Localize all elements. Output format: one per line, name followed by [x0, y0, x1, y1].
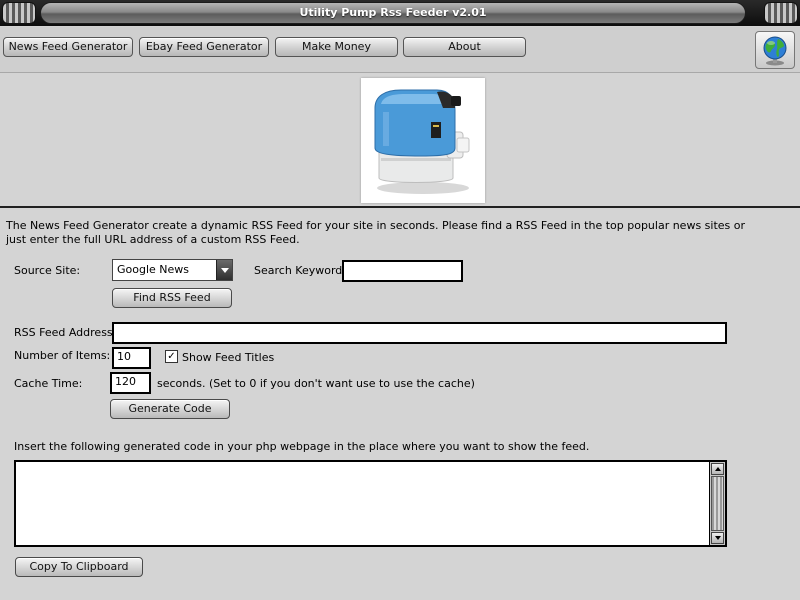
about-button[interactable]: About	[403, 37, 526, 57]
search-keyword-label: Search Keyword:	[254, 264, 346, 277]
chevron-down-icon[interactable]	[216, 260, 232, 280]
generate-code-button[interactable]: Generate Code	[110, 399, 230, 419]
generated-code-textarea[interactable]	[14, 460, 727, 547]
product-image	[361, 78, 485, 203]
code-scrollbar[interactable]	[709, 462, 725, 545]
window-grip-left[interactable]	[2, 2, 36, 24]
make-money-button[interactable]: Make Money	[275, 37, 398, 57]
scroll-down-icon[interactable]	[711, 532, 724, 544]
source-site-value: Google News	[117, 263, 190, 276]
source-site-select[interactable]: Google News	[112, 259, 233, 281]
window-grip-right[interactable]	[764, 2, 798, 24]
show-feed-titles-label: Show Feed Titles	[182, 351, 275, 364]
rss-feed-address-input[interactable]	[112, 322, 727, 344]
scroll-up-icon[interactable]	[711, 463, 724, 475]
window-title: Utility Pump Rss Feeder v2.01	[40, 2, 746, 24]
show-feed-titles-checkbox[interactable]: ✓	[165, 350, 178, 363]
source-site-label: Source Site:	[14, 264, 81, 277]
copy-to-clipboard-button[interactable]: Copy To Clipboard	[15, 557, 143, 577]
globe-button[interactable]	[755, 31, 795, 69]
number-of-items-label: Number of Items:	[14, 349, 111, 362]
rss-feed-address-label: RSS Feed Address:	[14, 326, 117, 339]
feed-generator-description: The News Feed Generator create a dynamic…	[6, 219, 746, 246]
news-feed-generator-button[interactable]: News Feed Generator	[3, 37, 133, 57]
ebay-feed-generator-button[interactable]: Ebay Feed Generator	[139, 37, 269, 57]
insert-code-instructions: Insert the following generated code in y…	[14, 440, 590, 453]
utility-pump-image	[374, 89, 470, 194]
cache-time-hint: seconds. (Set to 0 if you don't want use…	[157, 377, 475, 390]
number-of-items-input[interactable]: 10	[112, 347, 151, 369]
cache-time-label: Cache Time:	[14, 377, 83, 390]
cache-time-input[interactable]: 120	[110, 372, 151, 394]
find-rss-feed-button[interactable]: Find RSS Feed	[112, 288, 232, 308]
globe-icon	[763, 36, 787, 66]
search-keyword-input[interactable]	[342, 260, 463, 282]
scroll-thumb[interactable]	[711, 476, 724, 531]
generated-code-text	[16, 462, 725, 468]
